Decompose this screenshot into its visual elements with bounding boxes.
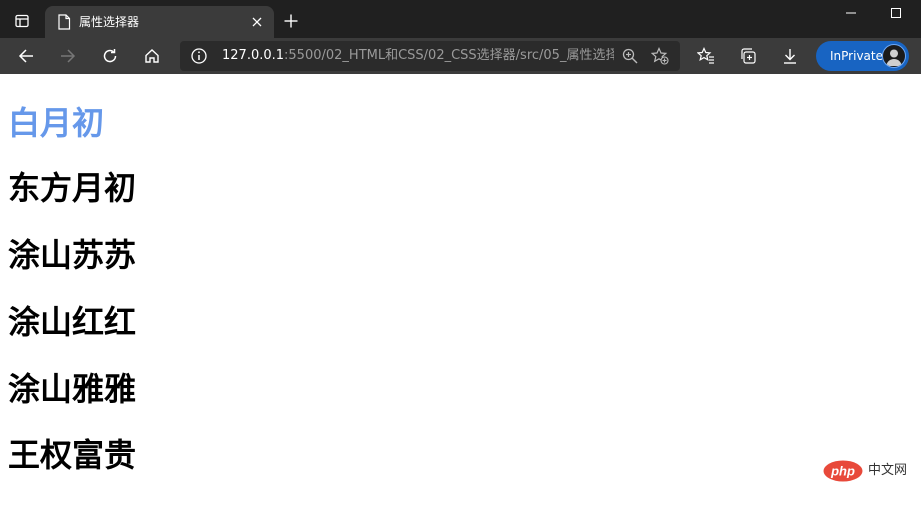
avatar-icon: [886, 49, 902, 66]
zoom-icon: [622, 48, 638, 64]
heading: 涂山雅雅: [8, 370, 137, 408]
browser-toolbar: 127.0.0.1:5500/02_HTML和CSS/02_CSS选择器/src…: [0, 38, 921, 74]
php-logo: php: [823, 460, 863, 482]
new-tab-button[interactable]: [280, 10, 302, 32]
address-bar[interactable]: 127.0.0.1:5500/02_HTML和CSS/02_CSS选择器/src…: [180, 41, 680, 71]
back-icon: [18, 49, 33, 63]
maximize-icon: [891, 8, 901, 18]
heading: 涂山苏苏: [8, 236, 137, 274]
favorites-icon: [697, 47, 714, 64]
info-icon[interactable]: [190, 47, 208, 65]
plus-icon: [284, 14, 298, 28]
back-button[interactable]: [12, 42, 40, 70]
url-text[interactable]: 127.0.0.1:5500/02_HTML和CSS/02_CSS选择器/src…: [222, 48, 614, 64]
heading: 涂山红红: [8, 303, 137, 341]
downloads-button[interactable]: [776, 42, 804, 70]
collections-button[interactable]: [734, 42, 762, 70]
minimize-button[interactable]: [828, 0, 874, 26]
avatar: [882, 44, 906, 68]
inprivate-label: InPrivate: [830, 49, 883, 63]
minimize-icon: [846, 12, 856, 14]
forward-icon: [61, 49, 76, 63]
inprivate-button[interactable]: InPrivate: [816, 41, 909, 71]
close-icon: [252, 17, 262, 27]
php-logo-text: php: [830, 464, 855, 479]
home-button[interactable]: [138, 42, 166, 70]
refresh-icon: [103, 49, 117, 63]
home-icon: [145, 49, 159, 63]
tab-actions-button[interactable]: [8, 8, 36, 34]
url-path: :5500/02_HTML和CSS/02_CSS选择器/src/05_属性选择.…: [284, 48, 614, 63]
forward-button[interactable]: [54, 42, 82, 70]
add-favorite-icon: [651, 47, 669, 65]
browser-titlebar: 属性选择器: [0, 0, 921, 38]
favorites-button[interactable]: [692, 42, 720, 70]
download-icon: [784, 49, 796, 64]
maximize-button[interactable]: [873, 0, 919, 26]
refresh-button[interactable]: [96, 42, 124, 70]
watermark-text: 中文网: [868, 463, 908, 478]
zoom-button[interactable]: [616, 42, 644, 70]
heading: 王权富贵: [8, 436, 137, 474]
collections-icon: [741, 48, 756, 64]
page-icon: [58, 14, 71, 30]
tab-close-button[interactable]: [248, 13, 266, 31]
heading-highlighted: 白月初: [8, 104, 105, 142]
add-favorite-button[interactable]: [646, 42, 674, 70]
tab-title: 属性选择器: [79, 15, 140, 29]
heading: 东方月初: [8, 169, 137, 207]
tab-active[interactable]: 属性选择器: [45, 6, 274, 38]
page-content: 白月初 东方月初 涂山苏苏 涂山红红 涂山雅雅 王权富贵: [0, 74, 921, 505]
url-host: 127.0.0.1: [222, 48, 285, 63]
tab-actions-icon: [15, 14, 29, 28]
